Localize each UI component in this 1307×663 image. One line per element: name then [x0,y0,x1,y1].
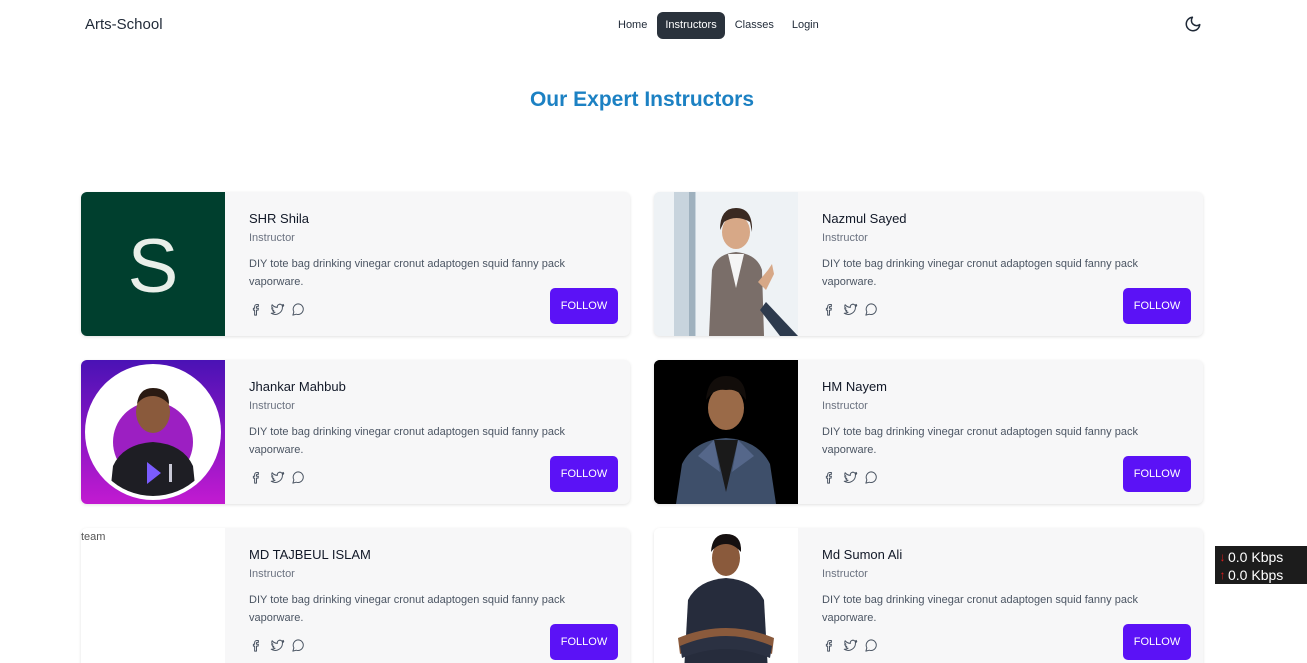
facebook-icon[interactable] [249,470,264,485]
follow-button[interactable]: FOLLOW [1123,624,1191,660]
instructor-photo [81,360,225,504]
instructor-role: Instructor [249,232,295,244]
instructor-role: Instructor [822,400,868,412]
brand-logo[interactable]: Arts-School [85,16,163,33]
facebook-icon[interactable] [249,302,264,317]
instructor-name: Md Sumon Ali [822,547,903,562]
follow-button[interactable]: FOLLOW [1123,288,1191,324]
chat-icon[interactable] [291,470,306,485]
nav-login[interactable]: Login [784,12,827,39]
follow-button[interactable]: FOLLOW [550,288,618,324]
upload-speed: 0.0 Kbps [1228,567,1284,583]
facebook-icon[interactable] [822,470,837,485]
chat-icon[interactable] [864,638,879,653]
facebook-icon[interactable] [249,638,264,653]
instructor-card: Jhankar Mahbub Instructor DIY tote bag d… [81,360,630,504]
man-crossed-arms-photo [654,528,798,663]
instructor-card: HM Nayem Instructor DIY tote bag drinkin… [654,360,1203,504]
instructor-description: DIY tote bag drinking vinegar cronut ada… [249,594,565,624]
instructor-card: Nazmul Sayed Instructor DIY tote bag dri… [654,192,1203,336]
chat-icon[interactable] [291,302,306,317]
image-alt-text: team [81,531,106,543]
moon-icon[interactable] [1184,15,1202,33]
instructor-description: DIY tote bag drinking vinegar cronut ada… [822,426,1138,456]
navbar: Arts-School Home Instructors Classes Log… [81,0,1206,50]
upload-arrow-icon: ↑ [1219,568,1226,582]
instructor-card: Md Sumon Ali Instructor DIY tote bag dri… [654,528,1203,663]
instructor-description: DIY tote bag drinking vinegar cronut ada… [249,258,565,288]
instructor-card: team MD TAJBEUL ISLAM Instructor DIY tot… [81,528,630,663]
page-title: Our Expert Instructors [529,88,755,111]
instructor-photo: S [81,192,225,336]
follow-button[interactable]: FOLLOW [1123,456,1191,492]
nav-instructors[interactable]: Instructors [657,12,725,39]
instructor-photo: team [81,528,225,663]
instructor-photo [654,528,798,663]
woman-business-photo [654,192,798,336]
instructor-description: DIY tote bag drinking vinegar cronut ada… [822,594,1138,624]
broken-image-icon: team [81,528,225,543]
twitter-icon[interactable] [843,470,858,485]
instructor-name: MD TAJBEUL ISLAM [249,547,371,562]
nav-home[interactable]: Home [610,12,655,39]
instructor-role: Instructor [822,568,868,580]
instructor-description: DIY tote bag drinking vinegar cronut ada… [822,258,1138,288]
instructor-role: Instructor [822,232,868,244]
letter-s-avatar: S [128,224,179,309]
instructor-photo [654,192,798,336]
network-speed-widget: ↓ 0.0 Kbps ↑ 0.0 Kbps [1215,546,1307,584]
instructor-description: DIY tote bag drinking vinegar cronut ada… [249,426,565,456]
instructor-name: SHR Shila [249,211,309,226]
twitter-icon[interactable] [843,302,858,317]
download-arrow-icon: ↓ [1219,550,1226,564]
man-purple-circle-photo [81,360,225,504]
instructor-photo [654,360,798,504]
instructor-card: S SHR Shila Instructor DIY tote bag drin… [81,192,630,336]
chat-icon[interactable] [291,638,306,653]
instructor-name: Jhankar Mahbub [249,379,346,394]
nav-classes[interactable]: Classes [727,12,782,39]
follow-button[interactable]: FOLLOW [550,624,618,660]
instructor-role: Instructor [249,400,295,412]
instructor-name: HM Nayem [822,379,888,394]
nav-menu: Home Instructors Classes Login [610,12,827,39]
twitter-icon[interactable] [270,638,285,653]
twitter-icon[interactable] [270,470,285,485]
facebook-icon[interactable] [822,302,837,317]
twitter-icon[interactable] [270,302,285,317]
man-suit-black-bg-photo [654,360,798,504]
download-speed: 0.0 Kbps [1228,549,1284,565]
follow-button[interactable]: FOLLOW [550,456,618,492]
facebook-icon[interactable] [822,638,837,653]
instructor-name: Nazmul Sayed [822,211,907,226]
svg-text:S: S [128,224,179,309]
twitter-icon[interactable] [843,638,858,653]
chat-icon[interactable] [864,470,879,485]
instructor-role: Instructor [249,568,295,580]
chat-icon[interactable] [864,302,879,317]
